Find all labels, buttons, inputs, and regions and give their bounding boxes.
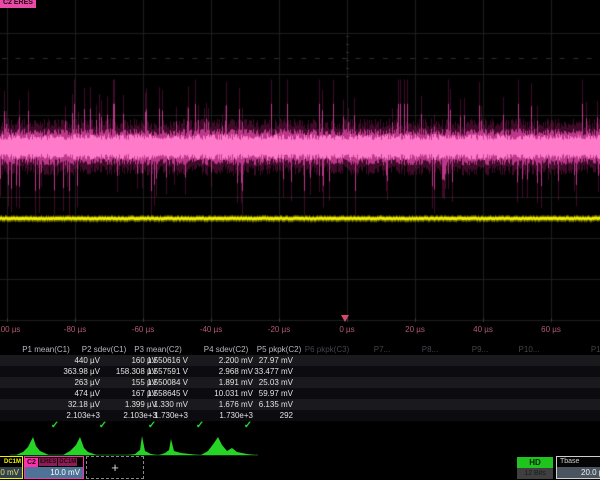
measurement-value: 1.676 mV	[219, 400, 253, 409]
channel-descriptor-c1[interactable]: C1 DC1M 10.0 mV	[0, 456, 23, 479]
histicon[interactable]	[201, 437, 255, 455]
add-trace-button[interactable]: +	[86, 456, 144, 479]
eres-badge: ERES	[39, 458, 57, 466]
measurement-value: 1.891 mV	[219, 378, 253, 387]
time-axis-label: -60 µs	[132, 325, 154, 334]
waveform-grid[interactable]	[0, 0, 600, 340]
tbase-label: Tbase	[557, 457, 600, 467]
measurement-value: 25.03 mV	[259, 378, 293, 387]
histicon[interactable]	[63, 437, 97, 455]
trigger-position-marker[interactable]	[341, 315, 349, 322]
parameter-header[interactable]: P4 sdev(C2)	[204, 345, 248, 354]
measurement-value: 2.200 mV	[219, 356, 253, 365]
measurement-value: 1.730e+3	[219, 411, 253, 420]
tbase-value: 20.0 µs/div	[557, 467, 600, 478]
measurement-value: 2.103e+3	[123, 411, 157, 420]
time-axis-label: 20 µs	[405, 325, 425, 334]
measurement-value: 59.97 mV	[259, 389, 293, 398]
measurement-value: 33.477 mV	[254, 367, 293, 376]
measurement-value: 10.031 mV	[214, 389, 253, 398]
histicon[interactable]	[159, 439, 199, 455]
measurement-value: 474 µV	[74, 389, 100, 398]
measurement-value: 1.399 µV	[125, 400, 157, 409]
oscilloscope-screen: C2 ERES -100 µs -80 µs -60 µs -40 µs -20 µs 0…	[0, 0, 600, 480]
measurement-value: 1.558645 V	[147, 389, 188, 398]
parameter-header[interactable]: P2 sdev(C1)	[82, 345, 126, 354]
measurement-value: 363.98 µV	[63, 367, 100, 376]
histicon[interactable]	[16, 437, 49, 455]
hd-mode-badge[interactable]: HD	[517, 457, 553, 468]
parameter-header-inactive[interactable]: P10...	[519, 345, 540, 354]
timebase-descriptor[interactable]: Tbase 20.0 µs/div	[556, 456, 600, 479]
measurement-value: 263 µV	[74, 378, 100, 387]
measurement-value: 292	[280, 411, 293, 420]
measurement-value: 440 µV	[74, 356, 100, 365]
parameter-header-inactive[interactable]: P7...	[374, 345, 390, 354]
parameter-header[interactable]: P5 pkpk(C2)	[257, 345, 301, 354]
measurement-value: 32.18 µV	[68, 400, 100, 409]
parameter-header[interactable]: P3 mean(C2)	[134, 345, 182, 354]
time-axis-label: 40 µs	[473, 325, 493, 334]
time-axis-label: 0 µs	[339, 325, 354, 334]
channel-descriptor-c2[interactable]: C2 ERES DC1M 10.0 mV	[24, 456, 84, 479]
measurement-value: 2.968 mV	[219, 367, 253, 376]
measurement-value: 2.103e+3	[66, 411, 100, 420]
c1-coupling-badge: DC1M	[3, 458, 22, 466]
parameter-header-inactive[interactable]: P6 pkpk(C3)	[305, 345, 349, 354]
c2-label-badge: C2	[25, 458, 38, 467]
histicon[interactable]	[127, 436, 157, 455]
c2-coupling-badge: DC1M	[58, 458, 77, 466]
hd-bits-label: 12 Bits	[517, 468, 553, 479]
parameter-header-inactive[interactable]: P11...	[591, 345, 600, 354]
measurement-value: 6.135 mV	[259, 400, 293, 409]
c2-vertical-scale: 10.0 mV	[25, 467, 83, 478]
measurement-value: 1.730e+3	[154, 411, 188, 420]
measurement-value: 27.97 mV	[259, 356, 293, 365]
parameter-header-inactive[interactable]: P8...	[422, 345, 438, 354]
trace-annotation-label: C2 ERES	[0, 0, 36, 8]
time-axis-label: -20 µs	[268, 325, 290, 334]
time-axis-label: 60 µs	[541, 325, 561, 334]
time-axis-label: -80 µs	[64, 325, 86, 334]
measurement-value: 1.550616 V	[147, 356, 188, 365]
measurement-value: 1.557591 V	[147, 367, 188, 376]
measurement-value: 1.330 mV	[154, 400, 188, 409]
c1-vertical-scale: 10.0 mV	[0, 467, 22, 478]
time-axis-label: -100 µs	[0, 325, 20, 334]
parameter-header[interactable]: P1 mean(C1)	[22, 345, 70, 354]
histicon-strip	[0, 420, 600, 460]
time-axis-label: -40 µs	[200, 325, 222, 334]
measurement-value: 1.550084 V	[147, 378, 188, 387]
plus-icon: +	[111, 460, 119, 475]
parameter-header-inactive[interactable]: P9...	[472, 345, 488, 354]
